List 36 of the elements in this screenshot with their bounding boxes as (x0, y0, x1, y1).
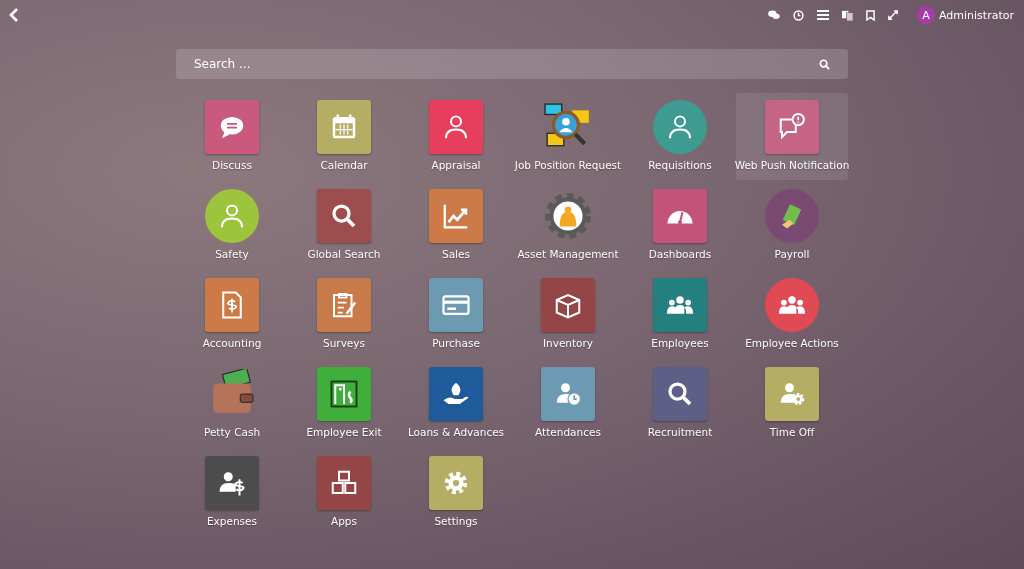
app-tile[interactable]: Payroll (736, 182, 848, 269)
app-tile[interactable]: Recruitment (624, 360, 736, 447)
app-tile[interactable]: Calendar (288, 93, 400, 180)
app-tile[interactable]: Safety (176, 182, 288, 269)
app-tile[interactable]: Employees (624, 271, 736, 358)
app-tile[interactable]: Loans & Advances (400, 360, 512, 447)
app-tile[interactable]: Job Position Request (512, 93, 624, 180)
list-icon[interactable] (817, 10, 829, 20)
app-tile[interactable]: Expenses (176, 449, 288, 536)
app-tile[interactable]: Surveys (288, 271, 400, 358)
app-tile[interactable]: Apps (288, 449, 400, 536)
user-name[interactable]: Administrator (939, 8, 1014, 22)
user-avatar[interactable]: A (917, 6, 935, 24)
app-tile[interactable]: Accounting (176, 271, 288, 358)
app-tile[interactable]: Discuss (176, 93, 288, 180)
bookmark-icon[interactable] (866, 9, 875, 21)
app-tile[interactable]: Appraisal (400, 93, 512, 180)
expand-icon[interactable] (888, 10, 898, 20)
app-tile[interactable]: Time Off (736, 360, 848, 447)
app-tile[interactable]: Settings (400, 449, 512, 536)
app-tile[interactable]: Employee Exit (288, 360, 400, 447)
app-tile[interactable]: Web Push Notification (736, 93, 848, 180)
app-tile[interactable]: Petty Cash (176, 360, 288, 447)
chat-icon[interactable] (768, 10, 780, 20)
app-tile[interactable]: Inventory (512, 271, 624, 358)
back-icon[interactable] (8, 7, 20, 23)
app-tile[interactable]: Purchase (400, 271, 512, 358)
app-tile[interactable]: Attendances (512, 360, 624, 447)
app-tile[interactable]: Employee Actions (736, 271, 848, 358)
app-tile[interactable]: Sales (400, 182, 512, 269)
app-tile[interactable]: Asset Management (512, 182, 624, 269)
app-tile[interactable]: Global Search (288, 182, 400, 269)
search-icon[interactable] (819, 59, 830, 70)
clock-icon[interactable] (793, 9, 804, 21)
app-tile[interactable]: Requisitions (624, 93, 736, 180)
app-tile[interactable]: Dashboards (624, 182, 736, 269)
